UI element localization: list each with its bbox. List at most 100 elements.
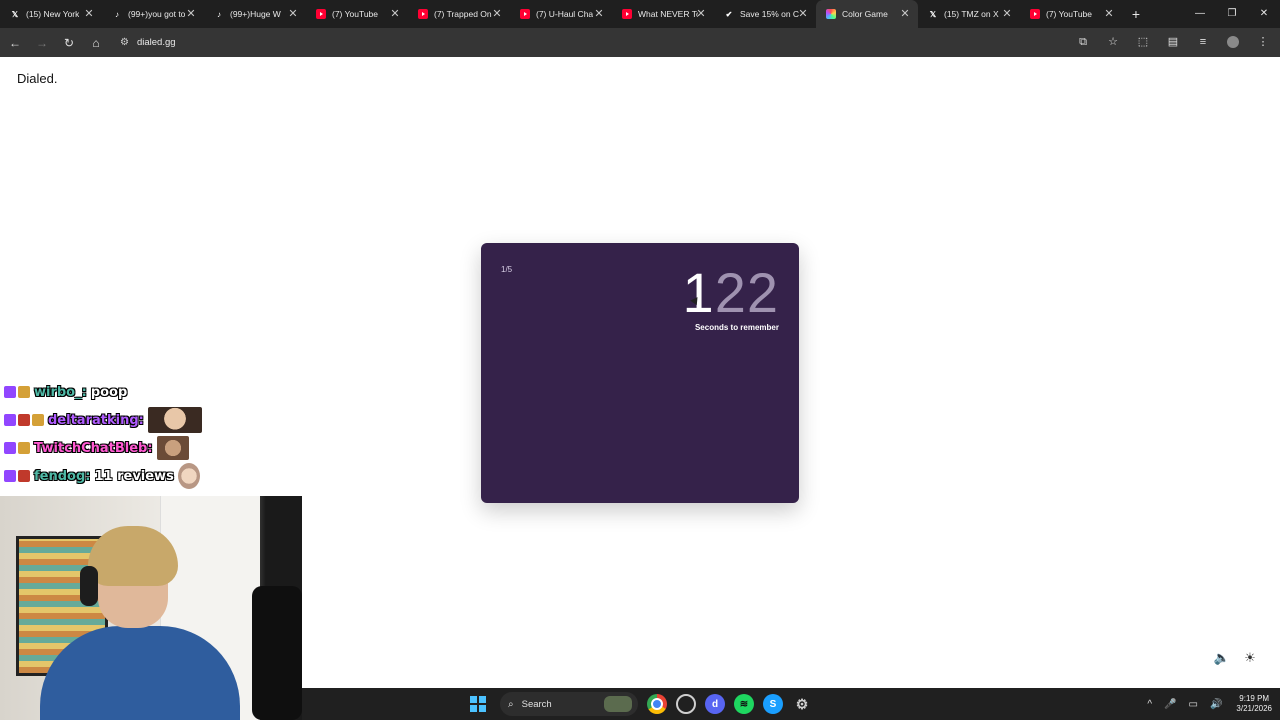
browser-toolbar: ← → ↻ ⌂ ⚙ dialed.gg ⧉ ☆ ⬚ ▤ ≡ ⋮	[0, 28, 1280, 57]
sound-icon[interactable]: 🔈	[1212, 648, 1232, 668]
settings-gear-icon[interactable]: ⚙	[792, 694, 812, 714]
tray-expand-icon[interactable]: ^	[1147, 699, 1152, 710]
chrome-icon[interactable]	[647, 694, 667, 714]
tab-label: (99+)you got to	[128, 9, 186, 19]
color-memory-card[interactable]: 1/5 122 Seconds to remember	[481, 243, 799, 503]
tab-label: (15) New York	[26, 9, 80, 19]
toolbar-actions: ⧉ ☆ ⬚ ▤ ≡ ⋮	[1066, 30, 1276, 54]
youtube-icon	[520, 9, 530, 19]
tab-label: (7) YouTube	[332, 9, 378, 19]
extensions-icon[interactable]: ⬚	[1130, 30, 1156, 54]
youtube-icon	[1030, 9, 1040, 19]
app-circle-icon[interactable]	[676, 694, 696, 714]
browser-tab-strip: 𝕏 (15) New York ✕ ♪ (99+)you got to ✕ ♪ (99+)Hu…	[0, 0, 1280, 28]
tab-close-icon[interactable]: ✕	[592, 7, 606, 21]
tab-close-icon[interactable]: ✕	[490, 7, 504, 21]
tab-close-icon[interactable]: ✕	[82, 7, 96, 21]
site-logo[interactable]: Dialed.	[17, 71, 57, 86]
tab-label: Color Game	[842, 9, 888, 19]
bookmark-star-icon[interactable]: ☆	[1100, 30, 1126, 54]
youtube-icon	[622, 9, 632, 19]
x-logo-icon: 𝕏	[929, 9, 937, 19]
browser-tab[interactable]: What NEVER To ✕	[612, 0, 714, 28]
browser-tab[interactable]: (7) YouTube ✕	[1020, 0, 1122, 28]
window-controls: — ❐ ✕	[1184, 0, 1280, 28]
browser-tab[interactable]: (7) YouTube ✕	[306, 0, 408, 28]
browser-tab[interactable]: 𝕏 (15) TMZ on X ✕	[918, 0, 1020, 28]
discord-icon[interactable]: d	[705, 694, 725, 714]
back-icon[interactable]: ←	[3, 31, 27, 55]
menu-kebab-icon[interactable]: ⋮	[1250, 30, 1276, 54]
browser-tab[interactable]: ✔ Save 15% on C ✕	[714, 0, 816, 28]
gold-badge-icon	[18, 386, 30, 398]
chat-username: TwitchChatBleb:	[34, 440, 153, 456]
side-panel-icon[interactable]: ▤	[1160, 30, 1186, 54]
browser-tab[interactable]: (7) Trapped On ✕	[408, 0, 510, 28]
volume-icon[interactable]: 🔊	[1210, 699, 1222, 710]
spotify-icon[interactable]: ≋	[734, 694, 754, 714]
network-icon[interactable]: ▭	[1189, 699, 1198, 710]
chat-text: poop	[90, 384, 128, 400]
system-tray: ^ 🎤 ▭ 🔊 9:19 PM 3/21/2026	[1135, 690, 1272, 718]
tab-close-icon[interactable]: ✕	[1000, 7, 1014, 21]
stream-chat-overlay: wirbo_: poop deltaratking: TwitchChatBleb: f…	[4, 378, 304, 490]
gold-badge-icon	[32, 414, 44, 426]
taskbar-search[interactable]: ⌕ Search	[500, 692, 638, 716]
chat-message: deltaratking:	[4, 406, 304, 434]
install-app-icon[interactable]: ⧉	[1070, 30, 1096, 54]
chat-message: fendog: 11 reviews	[4, 462, 304, 490]
tab-label: (15) TMZ on X	[944, 9, 999, 19]
new-tab-button[interactable]: +	[1122, 0, 1150, 28]
tab-close-icon[interactable]: ✕	[1102, 7, 1116, 21]
tab-close-icon[interactable]: ✕	[286, 7, 300, 21]
steam-icon[interactable]: S	[763, 694, 783, 714]
tiktok-icon: ♪	[217, 9, 221, 19]
twitch-badge-icon	[4, 386, 16, 398]
start-button[interactable]	[470, 696, 486, 712]
youtube-icon	[418, 9, 428, 19]
browser-tab[interactable]: ♪ (99+)you got to ✕	[102, 0, 204, 28]
headphones-icon	[80, 566, 98, 606]
chair	[252, 586, 302, 720]
address-bar[interactable]: ⚙ dialed.gg	[120, 32, 176, 54]
chat-message: TwitchChatBleb:	[4, 434, 304, 462]
search-highlight-image	[604, 696, 632, 712]
media-controls-icon[interactable]: ≡	[1190, 30, 1216, 54]
tab-close-icon[interactable]: ✕	[796, 7, 810, 21]
sub-badge-icon	[18, 470, 30, 482]
round-progress: 1/5	[501, 265, 513, 274]
clock-time: 9:19 PM	[1239, 694, 1270, 703]
streamer	[40, 526, 240, 720]
forward-icon[interactable]: →	[30, 31, 54, 55]
tab-close-icon[interactable]: ✕	[898, 7, 912, 21]
countdown-timer: 122	[683, 263, 779, 323]
chat-message: wirbo_: poop	[4, 378, 304, 406]
color-wheel-icon	[826, 9, 836, 19]
timer-digit-lead: 1	[682, 261, 715, 324]
home-icon[interactable]: ⌂	[84, 31, 108, 55]
brightness-icon[interactable]: ☀	[1240, 648, 1260, 668]
system-clock[interactable]: 9:19 PM 3/21/2026	[1236, 694, 1272, 714]
browser-tab[interactable]: 𝕏 (15) New York ✕	[0, 0, 102, 28]
profile-avatar[interactable]	[1220, 30, 1246, 54]
reload-icon[interactable]: ↻	[57, 31, 81, 55]
site-info-icon[interactable]: ⚙	[120, 37, 129, 48]
search-icon: ⌕	[508, 698, 514, 710]
browser-tab[interactable]: ♪ (99+)Huge W ✕	[204, 0, 306, 28]
twitch-badge-icon	[4, 414, 16, 426]
microphone-icon[interactable]: 🎤	[1164, 699, 1176, 710]
tiktok-icon: ♪	[115, 9, 119, 19]
minimize-icon[interactable]: —	[1184, 0, 1216, 28]
close-window-icon[interactable]: ✕	[1248, 0, 1280, 28]
steam-icon: ✔	[725, 9, 733, 19]
youtube-icon	[316, 9, 326, 19]
restore-icon[interactable]: ❐	[1216, 0, 1248, 28]
browser-tab[interactable]: (7) U-Haul Cha ✕	[510, 0, 612, 28]
tab-close-icon[interactable]: ✕	[388, 7, 402, 21]
tab-close-icon[interactable]: ✕	[694, 7, 708, 21]
timer-digit-rest: 22	[714, 261, 779, 324]
tab-close-icon[interactable]: ✕	[184, 7, 198, 21]
tab-label: (7) Trapped On	[434, 9, 492, 19]
windows-taskbar: ⌕ Search d ≋ S ⚙ ^ 🎤 ▭ 🔊 9:19 PM 3/21/20…	[302, 688, 1280, 720]
browser-tab[interactable]: Color Game ✕	[816, 0, 918, 28]
